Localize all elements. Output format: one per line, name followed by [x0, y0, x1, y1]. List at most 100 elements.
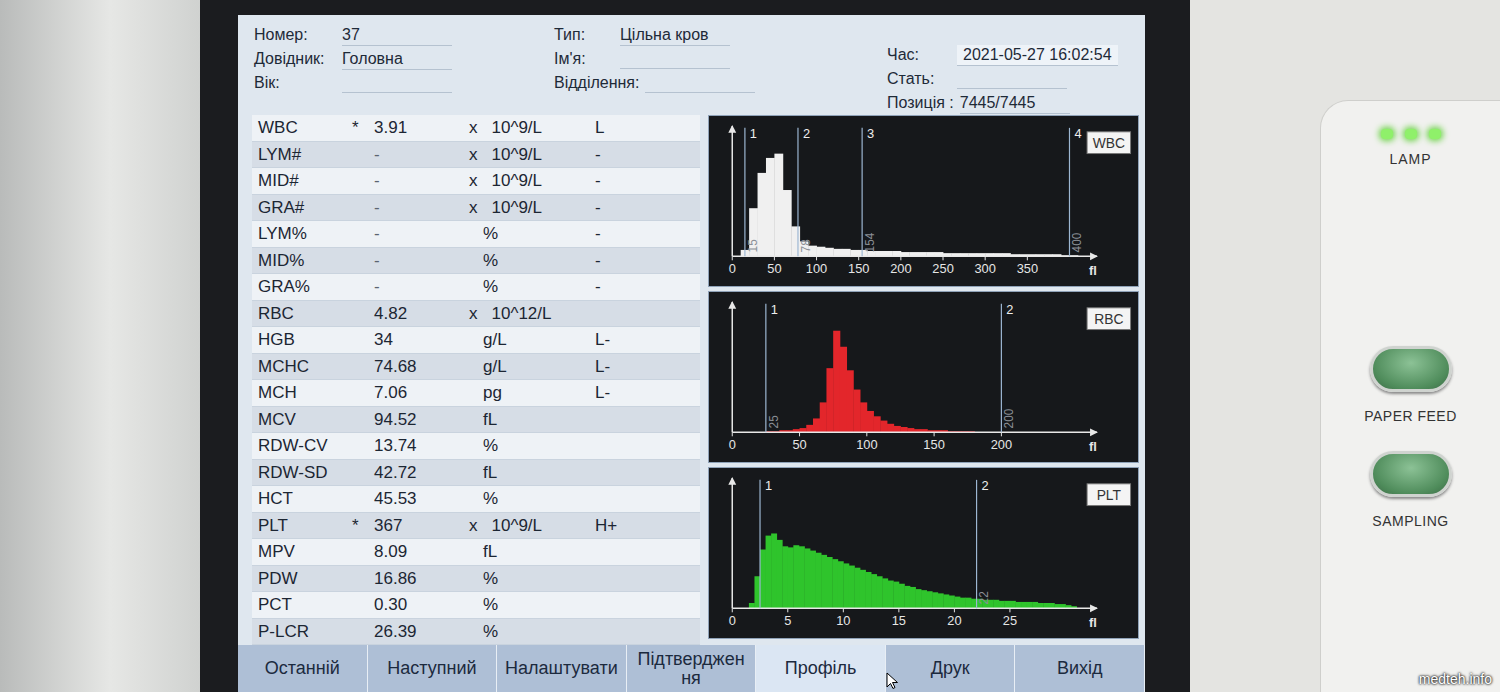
x-tick-label: 150	[923, 437, 944, 452]
histogram-column: 050100150200250300350fl11527831544400WBC…	[708, 115, 1139, 645]
toolbar-button[interactable]: Друк	[886, 645, 1016, 692]
x-tick	[1027, 256, 1028, 260]
parameter-row: MCH7.06pgL-	[252, 380, 700, 407]
x-tick-label: 200	[890, 261, 911, 276]
unit-text: 10^9/L	[492, 115, 543, 141]
marker-line	[765, 304, 766, 432]
histogram-bin	[927, 591, 933, 608]
x-tick	[934, 432, 935, 436]
hardware-button-label: SAMPLING	[1372, 511, 1448, 532]
toolbar-button[interactable]: Підтвердження	[627, 645, 757, 692]
histogram-bin	[938, 593, 944, 608]
parameter-value: -	[374, 248, 469, 274]
hardware-button-label: PAPER FEED	[1364, 406, 1457, 427]
histogram-bin	[932, 592, 938, 608]
histogram-bin	[860, 402, 867, 432]
toolbar-button[interactable]: Наступний	[368, 645, 498, 692]
x-tick	[858, 256, 859, 260]
histogram-bin	[892, 251, 901, 256]
toolbar-button[interactable]: Вихід	[1015, 645, 1145, 692]
y-arrow-icon	[728, 125, 736, 133]
x-tick	[732, 608, 733, 612]
unit-multiplier: x	[469, 115, 478, 141]
parameter-flag: H+	[595, 513, 700, 539]
toolbar-button[interactable]: Профіль	[756, 645, 886, 692]
histogram-bin	[783, 190, 792, 256]
unit-text: %	[483, 619, 498, 645]
marker-number: 4	[1074, 126, 1081, 141]
parameter-name: WBC	[252, 115, 352, 141]
marker-number: 2	[1006, 302, 1013, 317]
histogram-panel: 050100150200fl1252200RBC	[708, 291, 1139, 463]
hardware-button[interactable]	[1370, 451, 1452, 497]
x-tick	[943, 256, 944, 260]
header-field: Позиція :7445/7445	[887, 91, 1135, 115]
histogram-bin	[866, 572, 872, 608]
field-label: Номер:	[254, 23, 336, 47]
parameter-row: PDW16.86%	[252, 566, 700, 593]
unit-multiplier: x	[469, 168, 478, 194]
histogram-bin	[788, 547, 794, 608]
button-label: Друк	[931, 659, 970, 678]
x-axis	[732, 256, 1097, 257]
results-area: WBC*3.91x10^9/LLLYM#-x10^9/L-MID#-x10^9/…	[238, 115, 1145, 645]
histogram-bin	[900, 427, 907, 432]
histogram-bin	[867, 411, 874, 432]
histogram-bin	[949, 596, 955, 609]
parameter-name: MCH	[252, 380, 352, 406]
histogram-bin	[833, 249, 842, 256]
marker-line	[759, 480, 760, 608]
histogram-bin	[766, 158, 775, 256]
histogram-bin	[904, 586, 910, 608]
parameter-unit: g/L	[469, 327, 595, 353]
parameter-unit: x10^12/L	[469, 301, 595, 327]
x-tick	[1009, 608, 1010, 612]
parameter-value: 7.06	[374, 380, 469, 406]
watermark: medteh.info	[1419, 669, 1492, 690]
field-label: Стать:	[887, 67, 951, 91]
parameter-name: RBC	[252, 301, 352, 327]
parameter-value: 94.52	[374, 407, 469, 433]
marker-line	[744, 128, 745, 256]
histogram-bin	[1043, 603, 1049, 608]
parameter-value: 26.39	[374, 619, 469, 645]
unit-text: 10^9/L	[492, 142, 543, 168]
marker-value: 22	[977, 591, 991, 604]
button-label: Вихід	[1057, 659, 1103, 678]
unit-multiplier: x	[469, 301, 478, 327]
parameter-row: LYM%-%-	[252, 221, 700, 248]
parameter-row: MID#-x10^9/L-	[252, 168, 700, 195]
x-arrow-icon	[1090, 428, 1098, 436]
parameter-unit: x10^9/L	[469, 195, 595, 221]
parameter-unit: %	[469, 221, 595, 247]
field-label: Час:	[887, 43, 951, 67]
marker-line	[797, 128, 798, 256]
histogram-bin	[843, 563, 849, 608]
histogram-panel: 0510152025fl1222PLT	[708, 467, 1139, 639]
parameter-value: 34	[374, 327, 469, 353]
histogram-bin	[833, 331, 840, 433]
screen-frame: Номер:37Довідник:ГоловнаВік:Тип:Цільна к…	[200, 0, 1190, 692]
control-panel: LAMPPAPER FEEDSAMPLING	[1190, 0, 1500, 692]
histogram-bin	[799, 546, 805, 608]
header-column: Номер:37Довідник:ГоловнаВік:	[254, 23, 554, 115]
y-axis	[732, 302, 733, 432]
field-label: Довідник:	[254, 47, 336, 71]
toolbar-button[interactable]: Останній	[238, 645, 368, 692]
parameter-table: WBC*3.91x10^9/LLLYM#-x10^9/L-MID#-x10^9/…	[252, 115, 700, 645]
unit-text: %	[483, 486, 498, 512]
lamp-led	[1429, 129, 1441, 139]
marker-line	[976, 480, 977, 608]
unit-text: g/L	[483, 327, 507, 353]
x-tick-label: 350	[1017, 261, 1038, 276]
toolbar-button[interactable]: Налаштувати	[497, 645, 627, 692]
x-tick-label: 250	[932, 261, 953, 276]
chart-title-box	[1087, 484, 1130, 506]
histogram-bin	[810, 551, 816, 609]
histogram-bin	[880, 421, 887, 433]
hardware-button[interactable]	[1370, 346, 1452, 392]
histogram-bin	[804, 548, 810, 608]
marker-value: 15	[746, 239, 760, 253]
x-tick	[985, 256, 986, 260]
parameter-name: MCV	[252, 407, 352, 433]
